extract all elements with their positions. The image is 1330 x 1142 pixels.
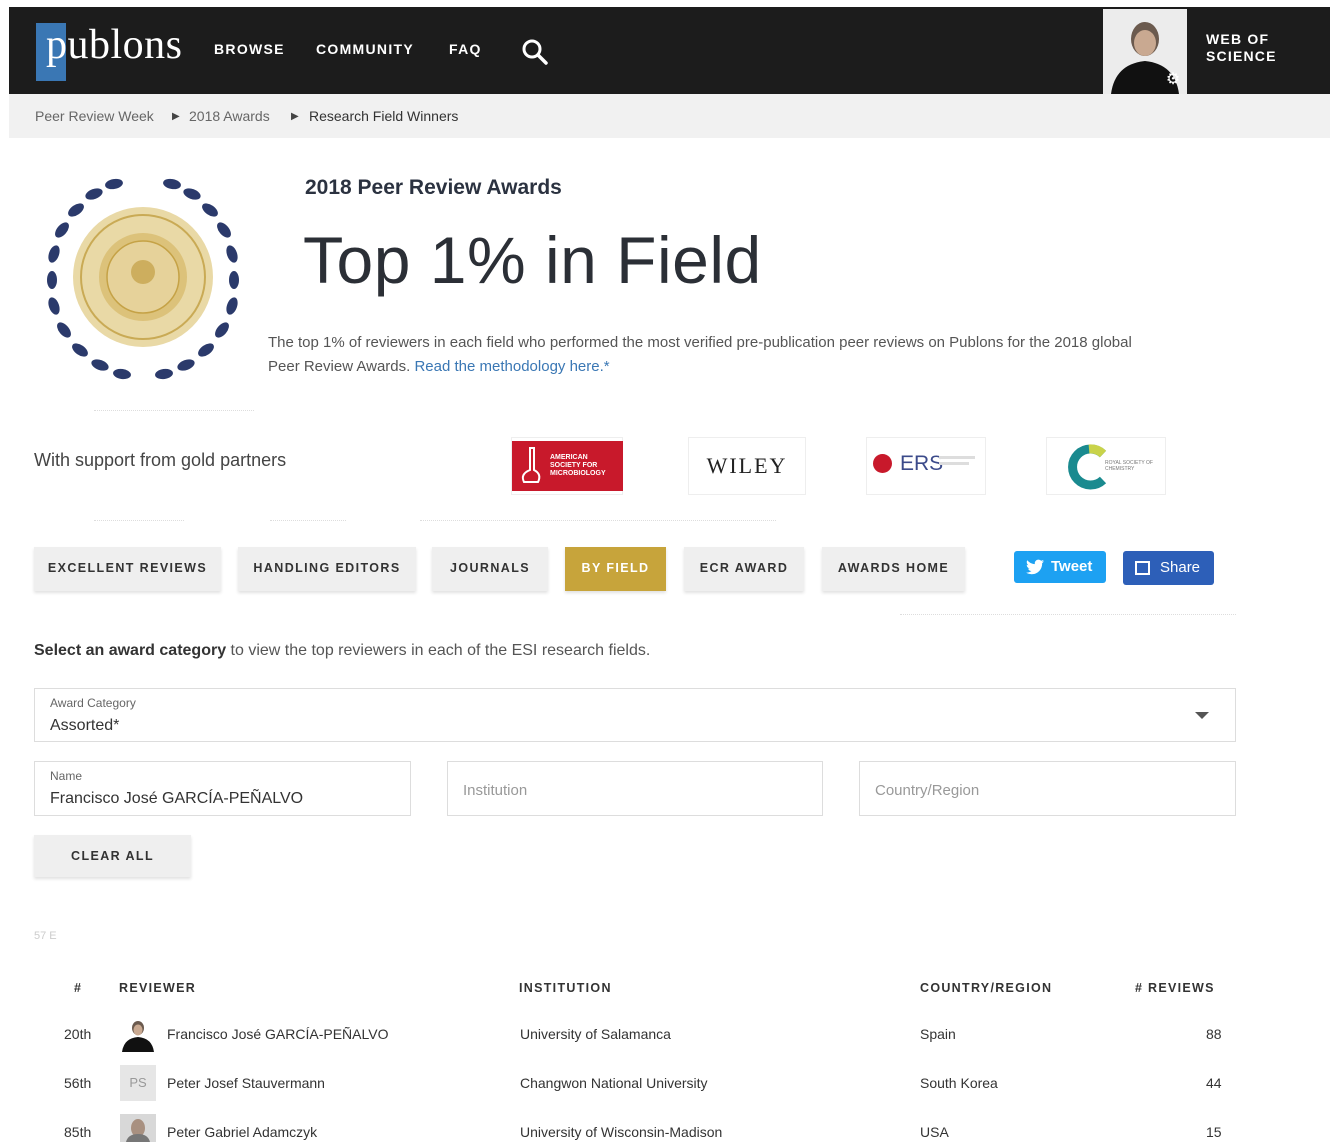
- reviewer-country: USA: [920, 1124, 949, 1140]
- institution-placeholder: Institution: [463, 782, 528, 799]
- partner-ers-logo[interactable]: ERS: [866, 437, 986, 495]
- col-header-reviews: # REVIEWS: [1135, 981, 1215, 995]
- reviewer-review-count: 88: [1206, 1026, 1222, 1042]
- chevron-right-icon: ▶: [291, 111, 299, 122]
- breadcrumb-current: Research Field Winners: [309, 108, 459, 124]
- search-icon[interactable]: [521, 38, 549, 66]
- filter-intro-rest: to view the top reviewers in each of the…: [226, 642, 651, 659]
- reviewer-avatar[interactable]: [120, 1016, 156, 1052]
- wos-line-2: SCIENCE: [1206, 48, 1277, 64]
- divider: [94, 410, 254, 411]
- reviewer-name[interactable]: Peter Josef Stauvermann: [167, 1075, 325, 1091]
- tab-excellent-reviews[interactable]: EXCELLENT REVIEWS: [34, 547, 221, 591]
- divider: [420, 520, 776, 521]
- country-placeholder: Country/Region: [875, 782, 980, 799]
- award-category-select[interactable]: Award Category Assorted*: [34, 688, 1236, 742]
- reviewer-institution: University of Wisconsin-Madison: [520, 1124, 723, 1140]
- reviewer-country: Spain: [920, 1026, 956, 1042]
- nav-browse[interactable]: BROWSE: [214, 41, 285, 57]
- reviewer-review-count: 15: [1206, 1124, 1222, 1140]
- asm-logo-text: AMERICAN SOCIETY FOR MICROBIOLOGY: [550, 454, 606, 477]
- row-rank: 20th: [64, 1026, 92, 1042]
- methodology-link[interactable]: Read the methodology here.*: [414, 358, 609, 375]
- tab-journals[interactable]: JOURNALS: [432, 547, 548, 591]
- institution-field[interactable]: Institution: [447, 761, 823, 816]
- awards-kicker: 2018 Peer Review Awards: [305, 176, 562, 199]
- breadcrumb-2018-awards[interactable]: 2018 Awards: [189, 108, 270, 124]
- top-navbar: publons BROWSE COMMUNITY FAQ ⚙ WEB OF SC…: [9, 7, 1330, 94]
- reviewer-avatar[interactable]: [120, 1114, 156, 1142]
- partner-rsc-logo[interactable]: ROYAL SOCIETY OF CHEMISTRY: [1046, 437, 1166, 495]
- reviewer-avatar[interactable]: PS: [120, 1065, 156, 1101]
- logo-text: publons: [46, 22, 183, 68]
- reviewer-institution: University of Salamanca: [520, 1026, 671, 1042]
- tab-ecr-award[interactable]: ECR AWARD: [684, 547, 804, 591]
- name-label: Name: [50, 769, 83, 783]
- divider: [900, 614, 1236, 615]
- partner-wiley-logo[interactable]: WILEY: [688, 437, 806, 495]
- tab-handling-editors[interactable]: HANDLING EDITORS: [238, 547, 416, 591]
- col-header-reviewer: REVIEWER: [119, 981, 197, 995]
- col-header-country: COUNTRY/REGION: [920, 981, 1053, 995]
- name-field[interactable]: Name Francisco José GARCÍA-PEÑALVO: [34, 761, 411, 816]
- award-category-label: Award Category: [50, 696, 136, 710]
- rsc-logo-text: ROYAL SOCIETY OF CHEMISTRY: [1105, 460, 1153, 472]
- row-rank: 85th: [64, 1124, 92, 1140]
- tab-awards-home[interactable]: AWARDS HOME: [822, 547, 965, 591]
- clear-all-button[interactable]: CLEAR ALL: [34, 835, 191, 877]
- ers-logo-fineprint: [939, 456, 975, 459]
- col-header-rank: #: [74, 981, 83, 995]
- result-count: 57 E: [34, 930, 57, 942]
- chevron-down-icon: [1195, 712, 1209, 719]
- tab-by-field[interactable]: BY FIELD: [565, 547, 666, 591]
- share-label: Share: [1160, 559, 1201, 576]
- partner-asm-logo[interactable]: AMERICAN SOCIETY FOR MICROBIOLOGY: [511, 437, 623, 495]
- award-seal-icon: [32, 172, 254, 388]
- reviewer-name[interactable]: Peter Gabriel Adamczyk: [167, 1124, 317, 1140]
- award-category-value: Assorted*: [50, 717, 120, 734]
- share-button[interactable]: Share: [1123, 551, 1214, 585]
- wos-line-1: WEB OF: [1206, 31, 1270, 47]
- twitter-bird-icon: [1026, 559, 1044, 575]
- partners-label: With support from gold partners: [34, 450, 287, 470]
- tweet-label: Tweet: [1051, 558, 1093, 575]
- nav-faq[interactable]: FAQ: [449, 41, 482, 57]
- reviewer-review-count: 44: [1206, 1075, 1222, 1091]
- divider: [94, 520, 184, 521]
- row-rank: 56th: [64, 1075, 92, 1091]
- chevron-right-icon: ▶: [172, 111, 180, 122]
- reviewer-name[interactable]: Francisco José GARCÍA-PEÑALVO: [167, 1026, 388, 1042]
- reviewer-institution: Changwon National University: [520, 1075, 708, 1091]
- settings-gear-icon[interactable]: ⚙: [1164, 71, 1182, 89]
- filter-intro-bold: Select an award category: [34, 642, 227, 659]
- breadcrumb-peer-review-week[interactable]: Peer Review Week: [35, 108, 154, 124]
- web-of-science-link[interactable]: WEB OF SCIENCE: [1206, 31, 1277, 65]
- ers-logo-mark: [873, 454, 892, 473]
- divider: [270, 520, 346, 521]
- page-description: The top 1% of reviewers in each field wh…: [268, 331, 1148, 379]
- description-text: The top 1% of reviewers in each field wh…: [268, 334, 1132, 375]
- page-title: Top 1% in Field: [303, 223, 762, 297]
- share-icon: [1135, 561, 1150, 575]
- ers-logo-text: ERS: [900, 452, 944, 475]
- tweet-button[interactable]: Tweet: [1014, 551, 1106, 583]
- asm-logo-badge: AMERICAN SOCIETY FOR MICROBIOLOGY: [512, 441, 623, 491]
- reviewer-country: South Korea: [920, 1075, 998, 1091]
- nav-community[interactable]: COMMUNITY: [316, 41, 414, 57]
- col-header-institution: INSTITUTION: [519, 981, 612, 995]
- country-field[interactable]: Country/Region: [859, 761, 1236, 816]
- name-value: Francisco José GARCÍA-PEÑALVO: [50, 790, 304, 807]
- filter-intro: Select an award category to view the top…: [34, 642, 650, 660]
- breadcrumb: Peer Review Week ▶ 2018 Awards ▶ Researc…: [9, 94, 1330, 138]
- ers-logo-fineprint: [939, 462, 969, 465]
